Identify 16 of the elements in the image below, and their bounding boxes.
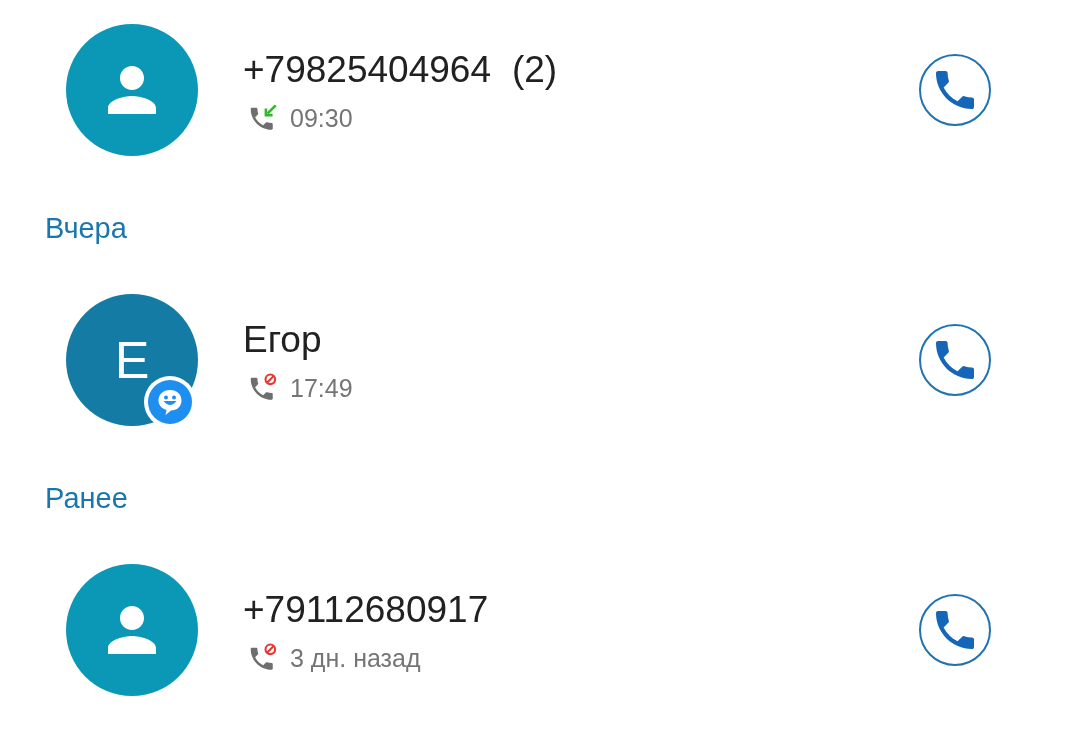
phone-icon: [936, 341, 974, 379]
contact-name: +79825404964: [243, 50, 491, 90]
section-header: Ранее: [45, 482, 128, 514]
contact-avatar[interactable]: E: [66, 294, 198, 426]
call-time: 09:30: [290, 103, 353, 133]
avatar-letter: E: [114, 330, 150, 390]
person-icon: [108, 606, 156, 654]
call-time: 17:49: [290, 373, 353, 403]
phone-icon: [936, 71, 974, 109]
phone-icon: [936, 611, 974, 649]
contact-name: +79112680917: [243, 590, 489, 630]
contact-name: Егор: [243, 320, 322, 360]
section-header: Вчера: [45, 212, 127, 244]
call-count: (2): [511, 50, 558, 90]
call-time: 3 дн. назад: [290, 643, 421, 673]
person-icon: [108, 66, 156, 114]
